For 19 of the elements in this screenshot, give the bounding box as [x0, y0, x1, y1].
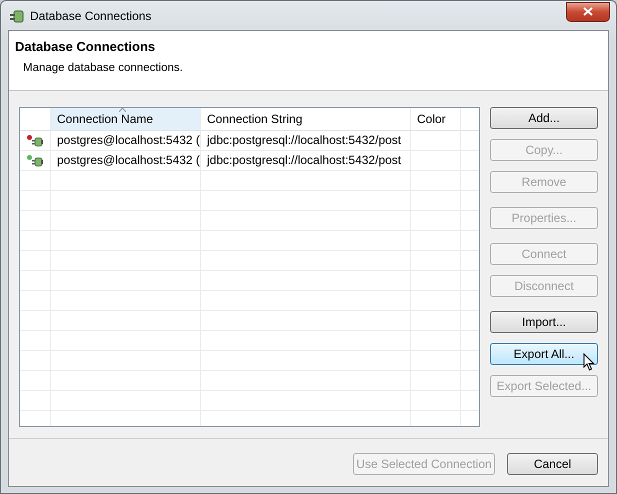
mouse-pointer-icon	[583, 353, 595, 371]
window-title: Database Connections	[30, 8, 152, 22]
database-plug-icon	[9, 8, 25, 24]
column-header[interactable]: Color	[411, 108, 461, 130]
dialog-button[interactable]: Import...	[490, 311, 598, 333]
column-header[interactable]: Connection Name	[51, 108, 201, 130]
column-header[interactable]: Connection String	[201, 108, 411, 130]
close-icon	[583, 7, 593, 16]
dialog-button[interactable]: Cancel	[507, 453, 598, 475]
close-button[interactable]	[566, 2, 610, 22]
table-cell: jdbc:postgresql://localhost:5432/post	[201, 131, 411, 150]
table-cell: jdbc:postgresql://localhost:5432/post	[201, 151, 411, 170]
connection-icon	[32, 154, 44, 166]
connection-icon	[32, 134, 44, 146]
dialog-heading: Database Connections	[15, 39, 156, 54]
table-cell: postgres@localhost:5432 (	[51, 131, 201, 150]
table-cell: postgres@localhost:5432 (	[51, 151, 201, 170]
dialog-description: Manage database connections.	[23, 62, 184, 74]
dialog-button[interactable]: Add...	[490, 107, 598, 129]
